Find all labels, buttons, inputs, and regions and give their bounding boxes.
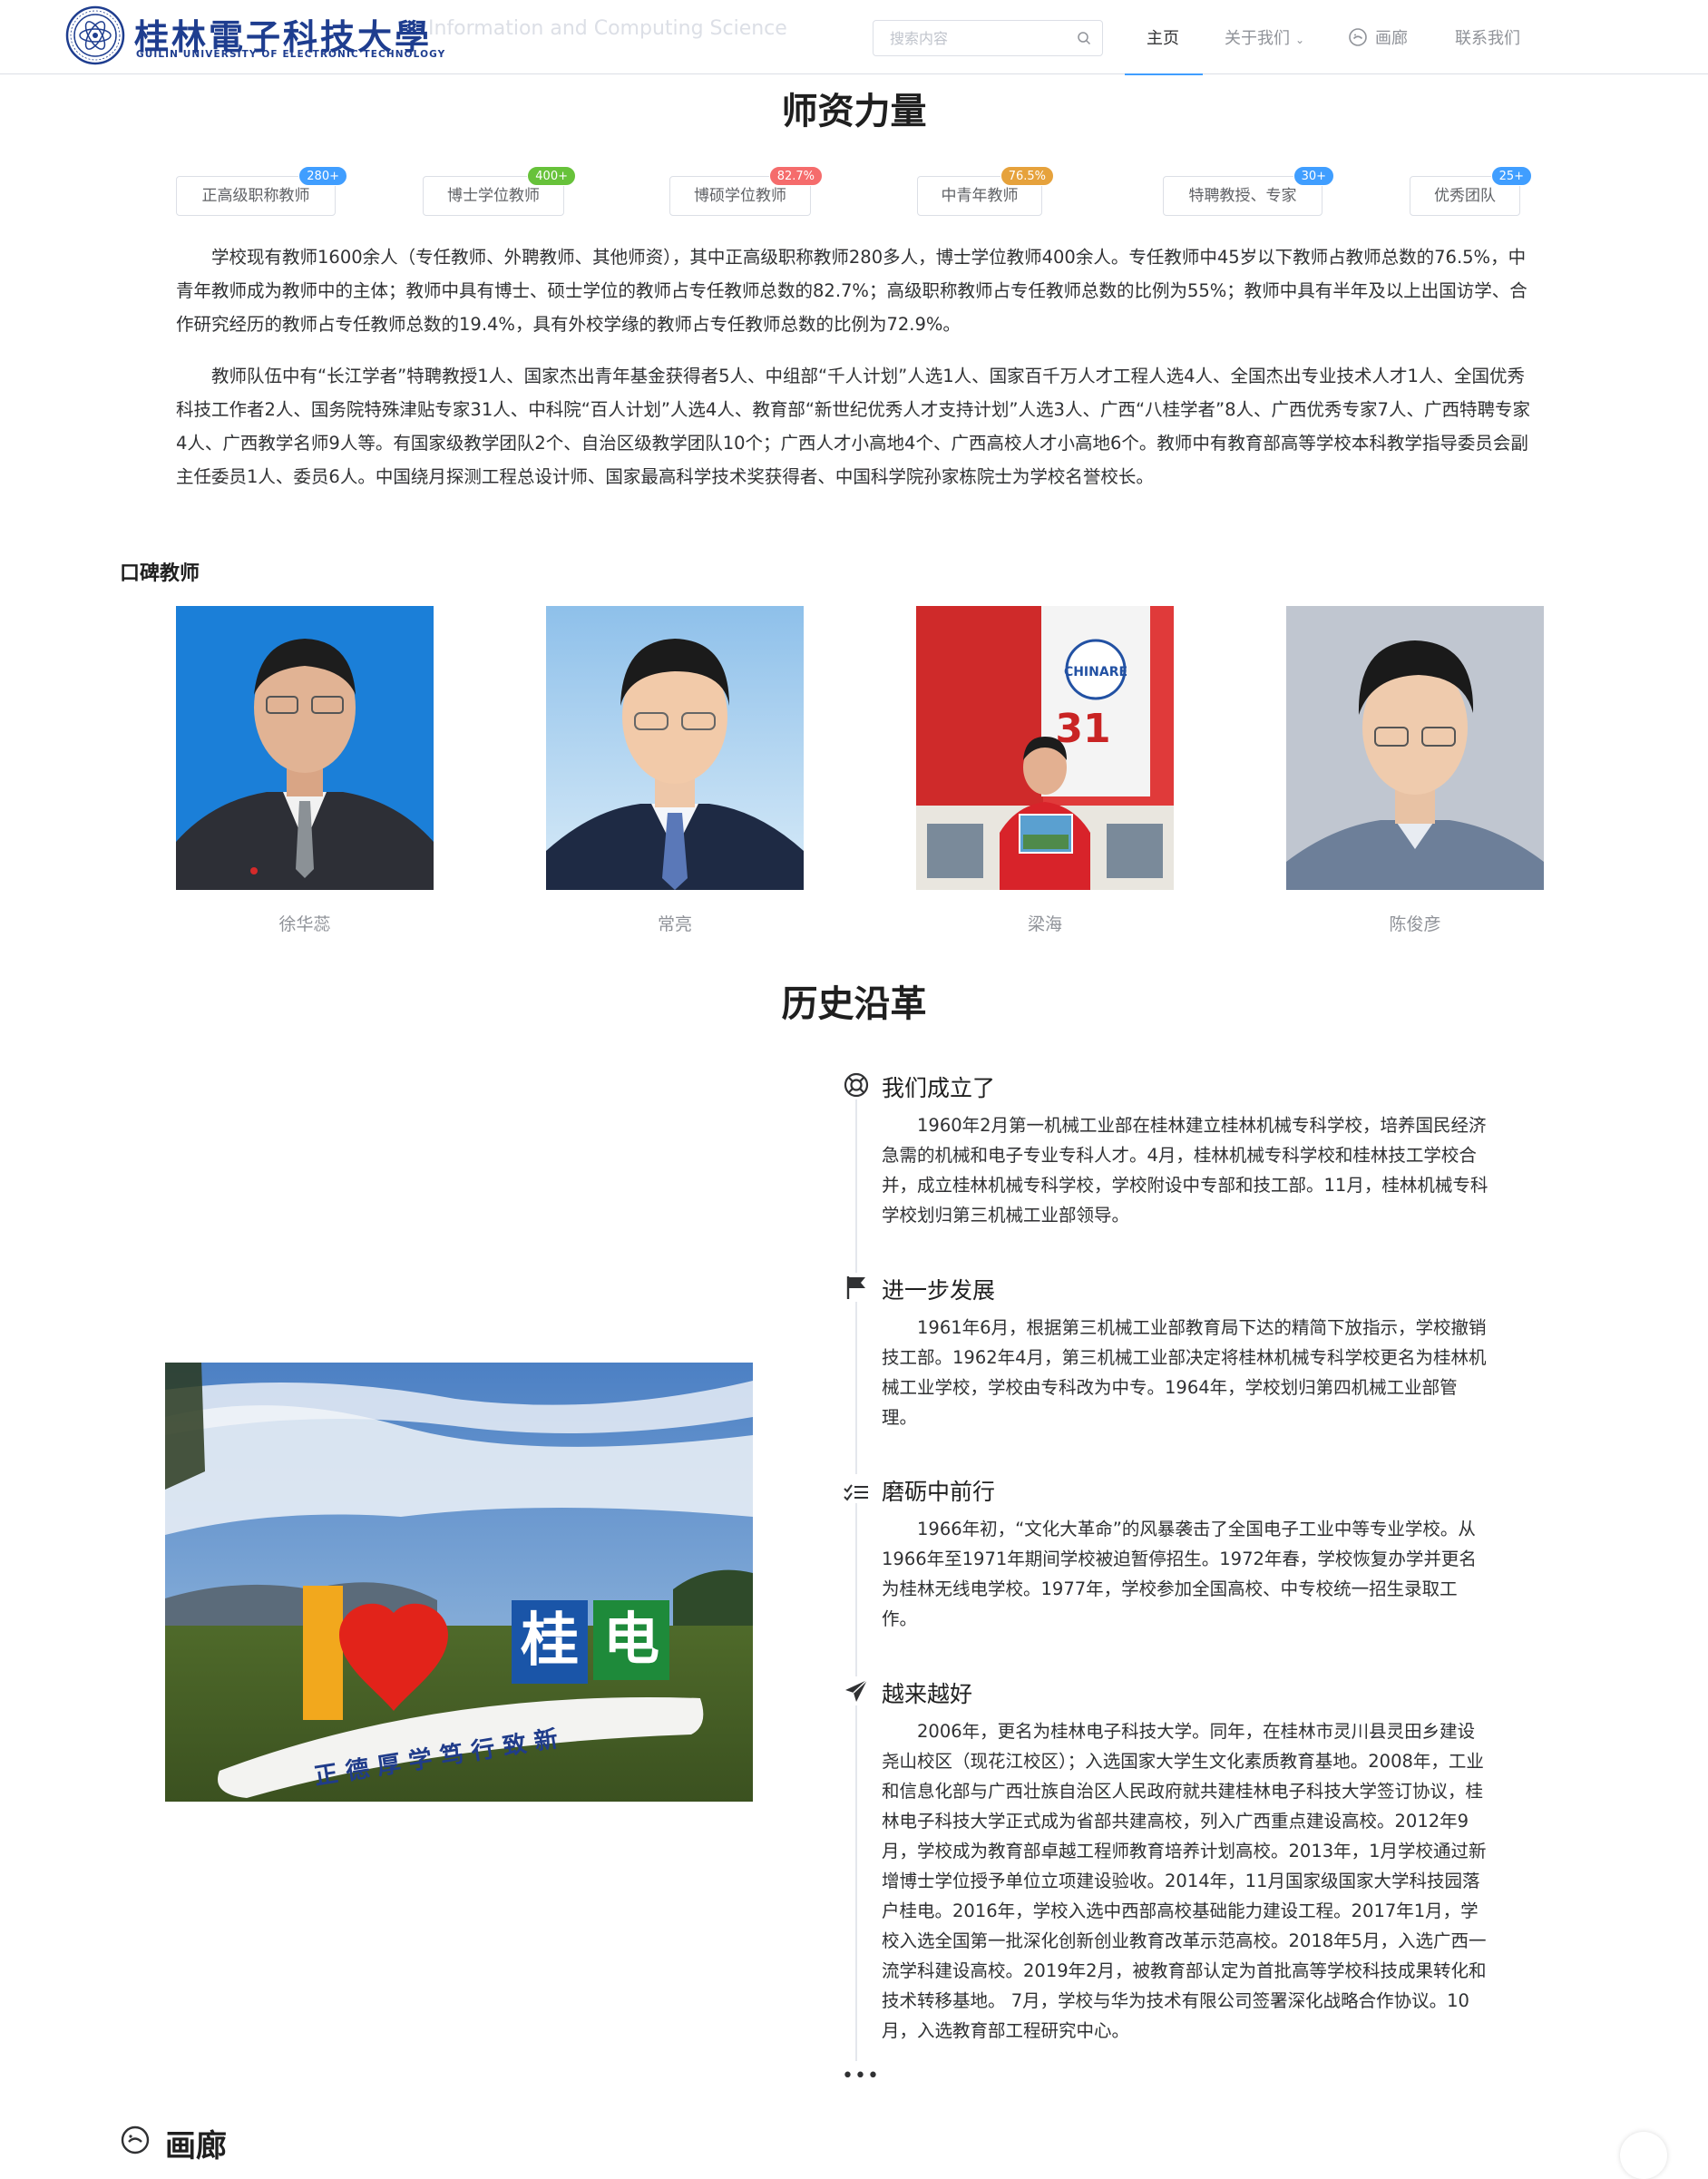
teacher-name[interactable]: 常亮 bbox=[546, 911, 804, 935]
featured-teachers-heading: 口碑教师 bbox=[120, 562, 200, 585]
stat-doctoral-teachers[interactable]: 博士学位教师 400+ bbox=[423, 166, 576, 216]
university-seal-logo[interactable] bbox=[65, 5, 125, 65]
teacher-photo[interactable] bbox=[176, 606, 434, 890]
paper-plane-icon bbox=[842, 1676, 871, 1705]
stat-badge: 82.7% bbox=[768, 166, 823, 186]
top-header: 桂林電子科技大學 GUILIN UNIVERSITY OF ELECTRONIC… bbox=[0, 0, 1708, 75]
search-input[interactable] bbox=[874, 21, 1073, 55]
nav-contact-label: 联系我们 bbox=[1455, 29, 1520, 48]
stat-badge: 76.5% bbox=[1000, 166, 1054, 186]
portrait-photo bbox=[1286, 606, 1544, 890]
timeline-item-title: 磨砺中前行 bbox=[882, 1479, 996, 1505]
search-icon[interactable] bbox=[1077, 31, 1091, 45]
checklist-icon bbox=[842, 1474, 871, 1503]
lifebuoy-icon bbox=[842, 1070, 871, 1099]
stat-label: 优秀团队 bbox=[1434, 187, 1496, 205]
timeline-item-title: 进一步发展 bbox=[882, 1277, 996, 1304]
stat-label: 中青年教师 bbox=[941, 187, 1019, 205]
portrait-photo bbox=[176, 606, 434, 890]
stat-label: 博硕学位教师 bbox=[694, 187, 786, 205]
stat-badge: 280+ bbox=[298, 166, 347, 186]
faculty-paragraph-1: 学校现有教师1600余人（专任教师、外聘教师、其他师资），其中正高级职称教师28… bbox=[176, 247, 1527, 335]
stat-excellent-teams[interactable]: 优秀团队 25+ bbox=[1410, 166, 1532, 216]
history-section-title: 历史沿革 bbox=[781, 983, 927, 1025]
teacher-photo[interactable]: CHINARE 31 bbox=[916, 606, 1174, 890]
flag-icon bbox=[842, 1273, 871, 1302]
stat-badge: 400+ bbox=[527, 166, 576, 186]
stat-young-teachers[interactable]: 中青年教师 76.5% bbox=[917, 166, 1054, 216]
gallery-title: 画廊 bbox=[165, 2128, 227, 2164]
gallery-smile-icon bbox=[1349, 28, 1367, 46]
stat-label: 正高级职称教师 bbox=[201, 187, 310, 205]
search-box bbox=[873, 20, 1103, 56]
active-tab-indicator bbox=[1125, 73, 1203, 75]
timeline-line bbox=[855, 1098, 857, 2061]
svg-text:31: 31 bbox=[1055, 706, 1110, 752]
portrait-photo: CHINARE 31 bbox=[916, 606, 1174, 890]
gallery-smile-icon bbox=[121, 2125, 150, 2155]
logo-english-name: GUILIN UNIVERSITY OF ELECTRONIC TECHNOLO… bbox=[136, 49, 446, 60]
timeline-item-text: 1961年6月，根据第三机械工业部教育局下达的精简下放指示，学校撤销技工部。19… bbox=[882, 1317, 1487, 1428]
nav-home-label: 主页 bbox=[1147, 29, 1179, 48]
teacher-name[interactable]: 梁海 bbox=[916, 911, 1174, 935]
faculty-section-title: 师资力量 bbox=[781, 91, 927, 132]
timeline-item-title: 越来越好 bbox=[882, 1681, 973, 1707]
nav-contact[interactable]: 联系我们 bbox=[1455, 0, 1527, 74]
timeline-item-title: 我们成立了 bbox=[882, 1075, 996, 1101]
teacher-photo[interactable] bbox=[1286, 606, 1544, 890]
nav-about-label: 关于我们 bbox=[1225, 29, 1290, 48]
chevron-down-icon: ⌄ bbox=[1295, 34, 1305, 46]
nav-gallery[interactable]: 画廊 bbox=[1348, 0, 1420, 74]
timeline-more-dots[interactable]: ••• bbox=[842, 2065, 880, 2087]
stat-label: 特聘教授、专家 bbox=[1188, 187, 1297, 205]
faculty-paragraph-2: 教师队伍中有“长江学者”特聘教授1人、国家杰出青年基金获得者5人、中组部“千人计… bbox=[176, 366, 1530, 487]
campus-sign-photo[interactable]: 桂 电 正 德 厚 学 笃 行 致 新 bbox=[165, 1363, 753, 1802]
timeline-item-text: 1966年初，“文化大革命”的风暴袭击了全国电子工业中等专业学校。从1966年至… bbox=[882, 1519, 1477, 1629]
teacher-photo[interactable] bbox=[546, 606, 804, 890]
teacher-name[interactable]: 陈俊彦 bbox=[1286, 911, 1544, 935]
stat-badge: 30+ bbox=[1293, 166, 1334, 186]
stat-label: 博士学位教师 bbox=[447, 187, 540, 205]
stat-badge: 25+ bbox=[1490, 166, 1532, 186]
stat-postgraduate-teachers[interactable]: 博硕学位教师 82.7% bbox=[669, 166, 823, 216]
campus-photo-image: 桂 电 正 德 厚 学 笃 行 致 新 bbox=[165, 1363, 753, 1802]
site-subtitle: Information and Computing Science bbox=[428, 17, 787, 40]
portrait-photo bbox=[546, 606, 804, 890]
nav-about-dropdown[interactable]: 关于我们 ⌄ bbox=[1225, 0, 1324, 74]
stat-distinguished-professors[interactable]: 特聘教授、专家 30+ bbox=[1163, 166, 1334, 216]
sign-char-dian: 电 bbox=[603, 1606, 659, 1672]
sign-char-gui: 桂 bbox=[521, 1607, 579, 1675]
back-to-top-button[interactable] bbox=[1620, 2132, 1667, 2179]
nav-home[interactable]: 主页 bbox=[1125, 0, 1203, 75]
timeline-item-text: 1960年2月第一机械工业部在桂林建立桂林机械专科学校，培养国民经济急需的机械和… bbox=[882, 1115, 1488, 1226]
timeline-item-text: 2006年，更名为桂林电子科技大学。同年，在桂林市灵川县灵田乡建设尧山校区（现花… bbox=[882, 1721, 1487, 2041]
stat-senior-title-teachers[interactable]: 正高级职称教师 280+ bbox=[176, 166, 347, 216]
nav-gallery-label: 画廊 bbox=[1375, 29, 1408, 48]
svg-text:CHINARE: CHINARE bbox=[1064, 665, 1127, 679]
teacher-name[interactable]: 徐华蕊 bbox=[176, 911, 434, 935]
